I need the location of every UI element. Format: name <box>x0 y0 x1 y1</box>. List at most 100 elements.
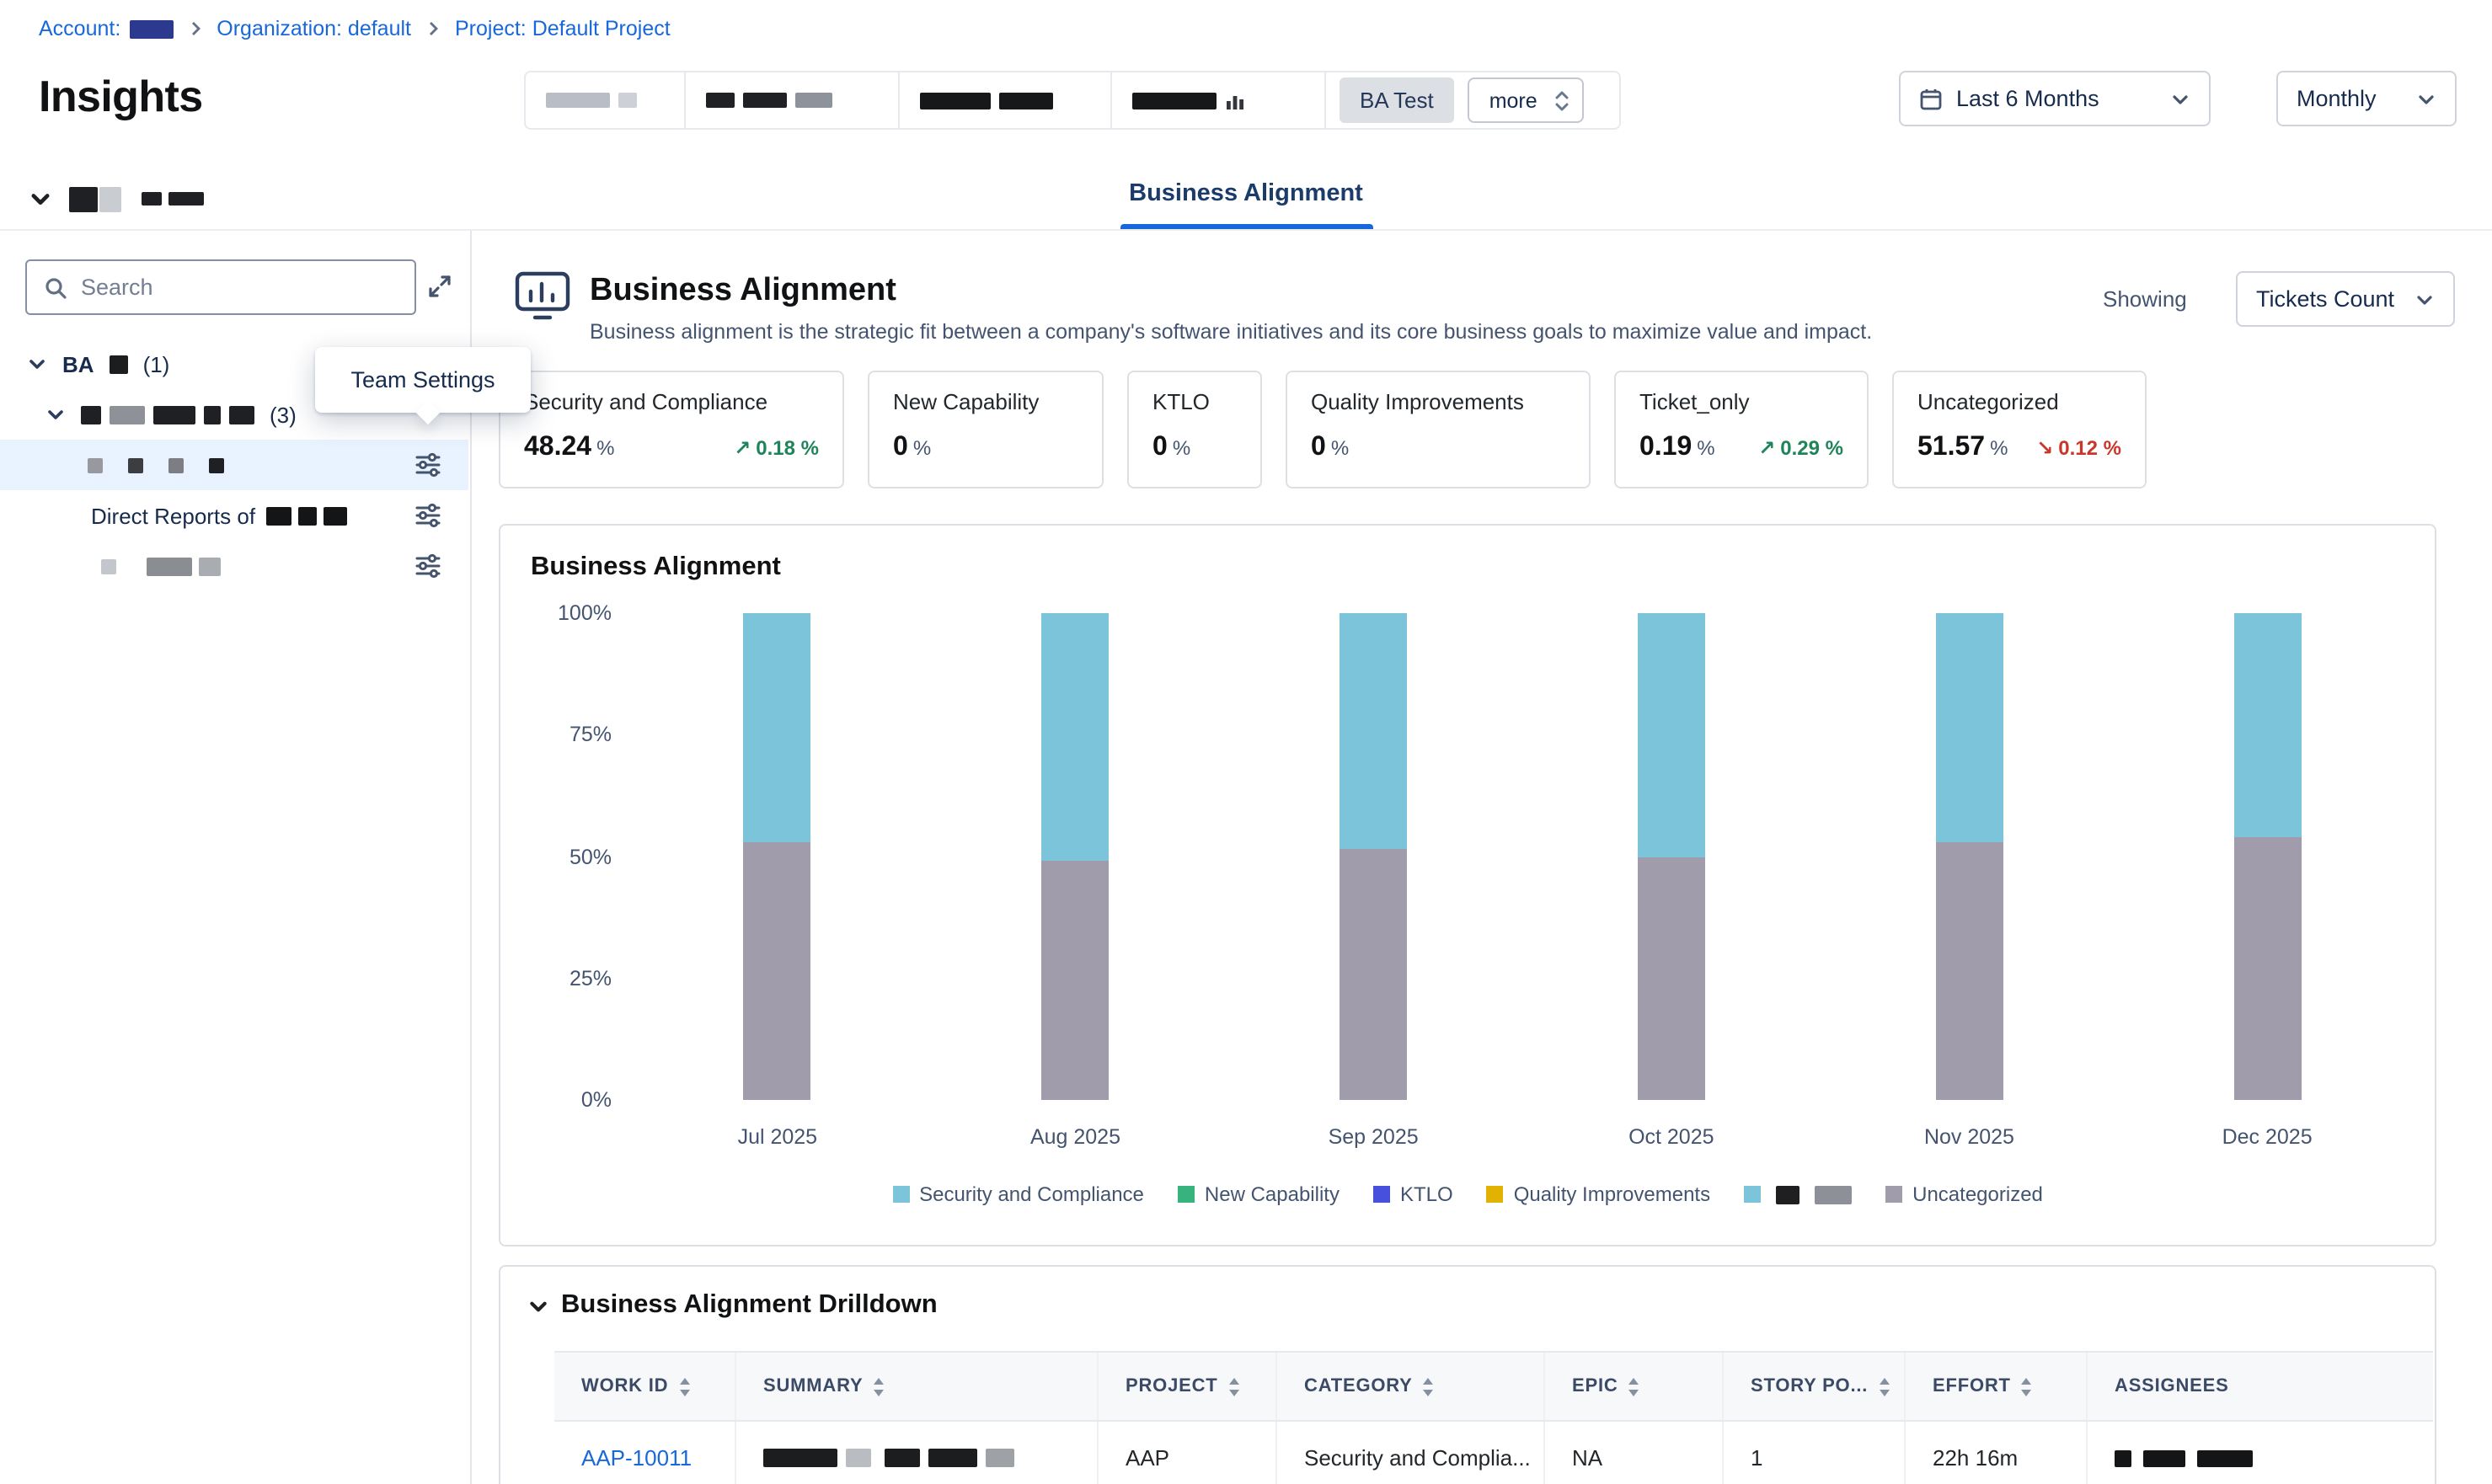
column-header-category[interactable]: CATEGORY <box>1275 1353 1543 1420</box>
showing-metric-dropdown[interactable]: Tickets Count <box>2236 271 2455 327</box>
column-label: ASSIGNEES <box>2115 1376 2229 1396</box>
bar-segment-uncategorized[interactable] <box>1638 857 1705 1100</box>
chevron-down-icon <box>2416 88 2436 109</box>
epic-cell: NA <box>1543 1422 1722 1484</box>
x-axis: Jul 2025Aug 2025Sep 2025Oct 2025Nov 2025… <box>628 1125 2416 1149</box>
date-range-dropdown[interactable]: Last 6 Months <box>1899 71 2211 126</box>
bar-segment-uncategorized[interactable] <box>1340 849 1407 1100</box>
sort-icon <box>1878 1377 1890 1396</box>
kpi-delta-value: 0.12 % <box>2058 436 2121 460</box>
bar-jul-2025[interactable] <box>628 613 927 1100</box>
search-icon <box>44 275 67 299</box>
insights-app: Account: Organization: default Project: … <box>0 0 2492 1484</box>
breadcrumb-organization-link[interactable]: Organization: default <box>217 17 411 40</box>
column-header-work-id[interactable]: WORK ID <box>554 1353 735 1420</box>
business-alignment-chart-card: Business Alignment 100%75%50%25%0% Jul 2… <box>499 524 2436 1246</box>
legend-swatch <box>1744 1186 1761 1203</box>
breadcrumb-project-link[interactable]: Project: Default Project <box>455 17 671 40</box>
expand-panel-icon[interactable] <box>426 273 453 300</box>
legend-item-new-capability[interactable]: New Capability <box>1178 1182 1340 1206</box>
column-header-project[interactable]: PROJECT <box>1097 1353 1275 1420</box>
column-header-story-points[interactable]: STORY PO... <box>1722 1353 1904 1420</box>
redacted-text <box>2143 1449 2185 1466</box>
bar-segment-uncategorized[interactable] <box>2233 837 2301 1100</box>
legend-item-quality-improvements[interactable]: Quality Improvements <box>1487 1182 1710 1206</box>
bar-segment-security-and-compliance[interactable] <box>1041 613 1109 862</box>
section-description: Business alignment is the strategic fit … <box>590 320 1872 344</box>
table-header-row: WORK ID SUMMARY PROJECT CATEGORY EPIC ST… <box>554 1351 2433 1422</box>
bar-segment-security-and-compliance[interactable] <box>1638 613 1705 857</box>
bar-segment-security-and-compliance[interactable] <box>1935 613 2003 842</box>
legend-item-security-and-compliance[interactable]: Security and Compliance <box>892 1182 1144 1206</box>
column-label: SUMMARY <box>763 1376 863 1396</box>
showing-metric-value: Tickets Count <box>2256 286 2394 312</box>
redacted-text <box>265 506 291 525</box>
ba-test-filter-chip[interactable]: BA Test <box>1340 77 1454 123</box>
bar-oct-2025[interactable] <box>1522 613 1821 1100</box>
chevron-right-icon <box>426 20 440 37</box>
bar-segment-uncategorized[interactable] <box>1041 862 1109 1100</box>
search-input[interactable] <box>81 275 398 300</box>
column-header-epic[interactable]: EPIC <box>1543 1353 1722 1420</box>
redacted-text <box>763 1449 837 1467</box>
tree-item-count: (3) <box>270 402 297 427</box>
filter-segment-3[interactable] <box>900 72 1112 128</box>
team-settings-icon[interactable] <box>414 552 441 579</box>
redacted-text <box>920 92 991 109</box>
redacted-text <box>229 405 254 424</box>
drilldown-collapse-toggle[interactable]: Business Alignment Drilldown <box>527 1290 938 1321</box>
chevron-down-icon[interactable] <box>27 354 47 374</box>
tree-item-direct-reports[interactable]: Direct Reports of <box>0 490 468 541</box>
sort-icon <box>1228 1377 1240 1396</box>
filter-segment-1[interactable] <box>526 72 686 128</box>
redacted-text <box>928 1449 977 1467</box>
bar-segment-uncategorized[interactable] <box>1935 842 2003 1100</box>
filter-segment-4[interactable] <box>1112 72 1326 128</box>
bar-segment-security-and-compliance[interactable] <box>1340 613 1407 849</box>
column-label: EFFORT <box>1933 1376 2011 1396</box>
x-axis-label: Oct 2025 <box>1522 1125 1821 1149</box>
legend-item-redacted[interactable] <box>1744 1185 1852 1204</box>
bar-dec-2025[interactable] <box>2118 613 2416 1100</box>
tab-business-alignment[interactable]: Business Alignment <box>1129 180 1363 207</box>
redacted-text <box>110 405 145 424</box>
drilldown-title: Business Alignment Drilldown <box>561 1290 938 1321</box>
bar-segment-security-and-compliance[interactable] <box>2233 613 2301 837</box>
section-title: Business Alignment <box>590 273 896 310</box>
redacted-text <box>297 506 316 525</box>
work-id-link[interactable]: AAP-10011 <box>581 1445 692 1471</box>
tree-item-team[interactable] <box>0 541 468 591</box>
chevron-down-icon[interactable] <box>45 404 66 424</box>
filter-segment-2[interactable] <box>686 72 900 128</box>
tree-item-selected-team[interactable] <box>0 440 468 490</box>
breadcrumb-account-link[interactable]: Account: <box>39 17 173 40</box>
chevron-down-icon <box>2414 289 2435 309</box>
bar-segment-security-and-compliance[interactable] <box>744 613 811 842</box>
team-settings-icon[interactable] <box>414 451 441 478</box>
legend-item-ktlo[interactable]: KTLO <box>1373 1182 1453 1206</box>
column-header-effort[interactable]: EFFORT <box>1904 1353 2086 1420</box>
legend-swatch <box>1373 1186 1390 1203</box>
stacked-bar-plot <box>628 613 2416 1100</box>
redacted-text <box>1132 92 1217 109</box>
redacted-text <box>204 405 221 424</box>
story-points-cell: 1 <box>1722 1422 1904 1484</box>
team-settings-icon[interactable] <box>414 502 441 529</box>
x-axis-label: Aug 2025 <box>927 1125 1225 1149</box>
y-axis-tick: 50% <box>524 845 612 868</box>
filter-toolbar: BA Test more <box>524 71 1621 130</box>
granularity-dropdown[interactable]: Monthly <box>2276 71 2457 126</box>
column-label: EPIC <box>1572 1376 1618 1396</box>
bar-segment-uncategorized[interactable] <box>744 842 811 1100</box>
column-header-summary[interactable]: SUMMARY <box>735 1353 1097 1420</box>
more-dropdown[interactable]: more <box>1468 77 1585 123</box>
bar-sep-2025[interactable] <box>1224 613 1522 1100</box>
kpi-label: Security and Compliance <box>524 389 819 414</box>
legend-label: Quality Improvements <box>1514 1182 1710 1206</box>
legend-item-uncategorized[interactable]: Uncategorized <box>1885 1182 2043 1206</box>
main-content: Business Alignment Business alignment is… <box>472 231 2492 1484</box>
bar-nov-2025[interactable] <box>1821 613 2119 1100</box>
legend-swatch <box>892 1186 909 1203</box>
bar-aug-2025[interactable] <box>927 613 1225 1100</box>
redacted-text <box>1815 1185 1852 1204</box>
